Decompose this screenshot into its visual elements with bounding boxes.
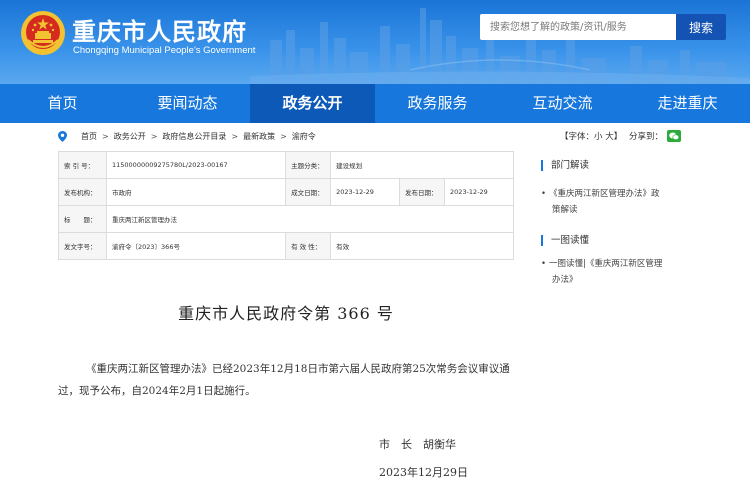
written-date-label: 成文日期： [285,178,332,206]
breadcrumb-separator: > [150,132,158,141]
bullet: • [541,189,547,199]
breadcrumb-decree[interactable]: 渝府令 [292,131,316,142]
site-header: 重庆市人民政府 Chongqing Municipal People's Gov… [0,0,750,84]
infographic-link-line1: 一图读懂|《重庆两江新区管理 [549,259,663,269]
font-size-label: 【字体： [560,132,595,142]
main-nav: 首页 要闻动态 政务公开 政务服务 互动交流 走进重庆 [0,84,750,123]
page: 重庆市人民政府 Chongqing Municipal People's Gov… [0,0,750,496]
breadcrumb-latest-policy[interactable]: 最新政策 [243,131,275,142]
breadcrumb-separator: > [231,132,239,141]
issuer-value: 市政府 [105,178,287,206]
nav-item-about-chongqing[interactable]: 走进重庆 [625,84,750,123]
nav-item-home[interactable]: 首页 [0,84,125,123]
validity-value: 有效 [330,232,514,260]
font-size-large[interactable]: 大 [605,132,614,142]
infographic-link[interactable]: • 一图读懂|《重庆两江新区管理 办法》 [541,256,686,288]
signing-date: 2023年12月29日 [379,466,468,479]
breadcrumb: 首页 > 政务公开 > 政府信息公开目录 > 最新政策 > 渝府令 [58,131,316,142]
published-date-value: 2023-12-29 [444,178,514,206]
table-row: 索 引 号： 11500000009275780L/2023-00167 主题分… [58,151,514,179]
table-row: 发文字号： 渝府令〔2023〕366号 有 效 性： 有效 [58,232,514,260]
document-title: 重庆市人民政府令第 366 号 [178,304,394,323]
written-date-value: 2023-12-29 [330,178,401,206]
nav-item-gov-affairs-public[interactable]: 政务公开 [250,84,375,123]
subject-value: 建设规划 [330,151,514,179]
breadcrumb-separator: > [280,132,287,141]
nav-item-news[interactable]: 要闻动态 [125,84,250,123]
subject-label: 主题分类： [285,151,332,179]
interpretation-link-line2: 策解读 [552,205,578,215]
breadcrumb-row: 首页 > 政务公开 > 政府信息公开目录 > 最新政策 > 渝府令 【字体：小 … [58,128,698,146]
font-size-close: 】 [613,132,623,142]
wechat-icon[interactable] [667,130,682,142]
city-skyline-illustration [250,8,750,84]
site-title[interactable]: 重庆市人民政府 [72,12,247,47]
index-value: 11500000009275780L/2023-00167 [105,151,287,179]
location-pin-icon [58,131,67,142]
infographic-link-line2: 办法》 [552,275,578,285]
title-value: 重庆两江新区管理办法 [106,205,514,233]
nav-item-interaction[interactable]: 互动交流 [500,84,625,123]
site-subtitle: Chongqing Municipal People's Government [73,45,256,56]
share-control: 分享到： [629,130,682,142]
national-emblem-icon [21,11,65,55]
breadcrumb-home[interactable]: 首页 [81,131,97,142]
document-metadata-table: 索 引 号： 11500000009275780L/2023-00167 主题分… [58,151,514,260]
section-heading-infographic: 一图读懂 [541,235,589,246]
nav-item-gov-services[interactable]: 政务服务 [375,84,500,123]
breadcrumb-gov-affairs[interactable]: 政务公开 [114,131,146,142]
doc-number-label: 发文字号： [58,232,107,260]
breadcrumb-separator: > [102,132,109,141]
interpretation-link[interactable]: • 《重庆两江新区管理办法》政 策解读 [541,186,686,218]
issuer-label: 发布机构： [58,178,107,206]
title-label: 标 题： [58,205,107,233]
table-row: 标 题： 重庆两江新区管理办法 [58,205,514,233]
index-label: 索 引 号： [58,151,107,179]
interpretation-link-line1: 《重庆两江新区管理办法》政 [549,189,660,199]
section-heading-interpretation: 部门解读 [541,160,589,171]
document-paragraph: 《重庆两江新区管理办法》已经2023年12月18日市第六届人民政府第25次常务会… [58,363,510,397]
published-date-label: 发布日期： [399,178,446,206]
signer: 市 长 胡衡华 [379,438,456,451]
doc-number-value: 渝府令〔2023〕366号 [105,232,287,260]
breadcrumb-info-catalog[interactable]: 政府信息公开目录 [162,131,226,142]
share-label: 分享到： [629,132,664,142]
search-input[interactable] [480,14,676,40]
bullet: • [541,259,547,269]
font-size-control: 【字体：小 大】 [560,130,622,142]
validity-label: 有 效 性： [285,232,332,260]
search-button[interactable]: 搜索 [676,14,726,40]
table-row: 发布机构： 市政府 成文日期： 2023-12-29 发布日期： 2023-12… [58,178,514,206]
font-size-small[interactable]: 小 [594,132,603,142]
